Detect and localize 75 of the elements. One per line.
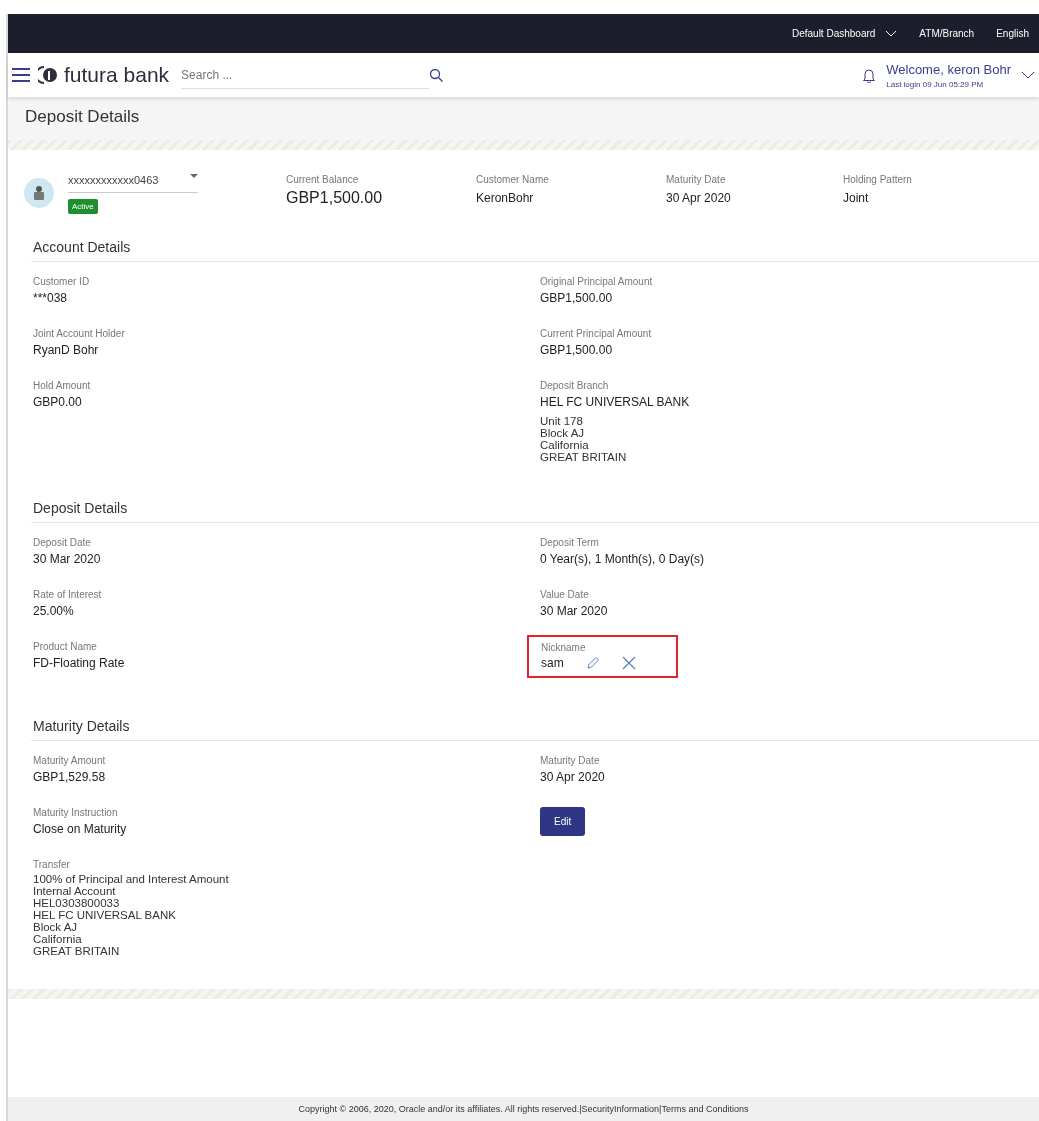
section-title: Maturity Details [31,711,1039,741]
section-title: Account Details [31,232,1039,262]
menu-icon[interactable] [12,68,30,82]
field-label: Product Name [33,641,98,652]
field-value: FD-Floating Rate [33,656,126,670]
address-line: Unit 178 [540,415,584,427]
field-label: Rate of Interest [33,589,103,600]
edit-button[interactable]: Edit [540,807,586,836]
field-label: Deposit Branch [540,380,610,391]
nickname-value: sam [541,656,564,670]
field-value: ***038 [33,291,69,305]
field-value: GBP1,529.58 [33,770,107,784]
field-label: Customer ID [33,276,91,287]
field-label: Current Principal Amount [540,328,653,339]
field-value: GBP1,500.00 [540,343,614,357]
field-label: Value Date [540,589,590,600]
summary-label: Maturity Date [666,174,727,185]
summary-value: GBP1,500.00 [286,189,384,207]
address-line: Block AJ [540,427,586,439]
field-value: 30 Mar 2020 [33,552,102,566]
transfer-line: 100% of Principal and Interest Amount [33,873,230,885]
field-value: 0 Year(s), 1 Month(s), 0 Day(s) [540,552,706,566]
top-bar-link[interactable]: ATM/Branch [919,28,975,39]
page-title: Deposit Details [25,107,141,127]
summary-label: Holding Pattern [843,174,913,185]
status-badge: Active [68,199,98,214]
transfer-line: GREAT BRITAIN [33,945,121,957]
pencil-icon[interactable] [585,656,600,670]
last-login-text: Last login 09 Jun 05:29 PM [886,79,985,89]
field-value: GBP1,500.00 [540,291,614,305]
address-line: GREAT BRITAIN [540,451,628,463]
search-icon[interactable] [429,68,444,82]
chevron-down-icon[interactable] [1021,71,1035,79]
summary-label: Customer Name [476,174,550,185]
field-value: 30 Apr 2020 [540,770,606,784]
logo-text: futura bank [64,63,170,87]
field-label: Maturity Amount [33,755,107,766]
welcome-text[interactable]: Welcome, keron Bohr [886,61,1011,77]
close-icon[interactable] [621,656,636,670]
field-value: Close on Maturity [33,822,128,836]
summary-value: Joint [843,191,870,205]
bell-icon[interactable] [862,67,877,83]
section-title: Deposit Details [31,493,1039,523]
transfer-line: California [33,933,83,945]
chevron-down-icon [885,29,898,38]
field-label: Maturity Instruction [33,807,119,818]
field-label: Deposit Date [33,537,92,548]
field-label: Joint Account Holder [33,328,126,339]
logo-icon [38,66,58,84]
summary-value: 30 Apr 2020 [666,191,732,205]
field-value: 30 Mar 2020 [540,604,609,618]
address-line: California [540,439,590,451]
account-dropdown[interactable]: xxxxxxxxxxxx0463 [68,174,198,193]
transfer-line: HEL FC UNIVERSAL BANK [33,909,177,921]
transfer-line: Block AJ [33,921,79,933]
summary-label: Current Balance [286,174,360,185]
field-label: Transfer [33,859,71,870]
field-value: RyanD Bohr [33,343,100,357]
field-label: Hold Amount [33,380,92,391]
caret-icon [190,174,198,179]
field-value: HEL FC UNIVERSAL BANK [540,395,691,409]
field-label: Maturity Date [540,755,601,766]
summary-value: KeronBohr [476,191,535,205]
field-label: Nickname [541,642,587,653]
footer-text: Copyright © 2006, 2020, Oracle and/or its affiliates. All rights reserved.|SecurityInformation|Terms and Conditions [8,1097,1039,1121]
account-icon [24,178,54,208]
field-label: Deposit Term [540,537,600,548]
field-value: 25.00% [33,604,75,618]
transfer-line: HEL0303800033 [33,897,121,909]
field-value: GBP0.00 [33,395,83,409]
top-bar-link[interactable]: English [996,28,1029,39]
search-field[interactable]: Search ... [181,61,430,89]
field-label: Original Principal Amount [540,276,654,287]
transfer-line: Internal Account [33,885,117,897]
top-bar-link[interactable]: Default Dashboard [791,28,898,39]
